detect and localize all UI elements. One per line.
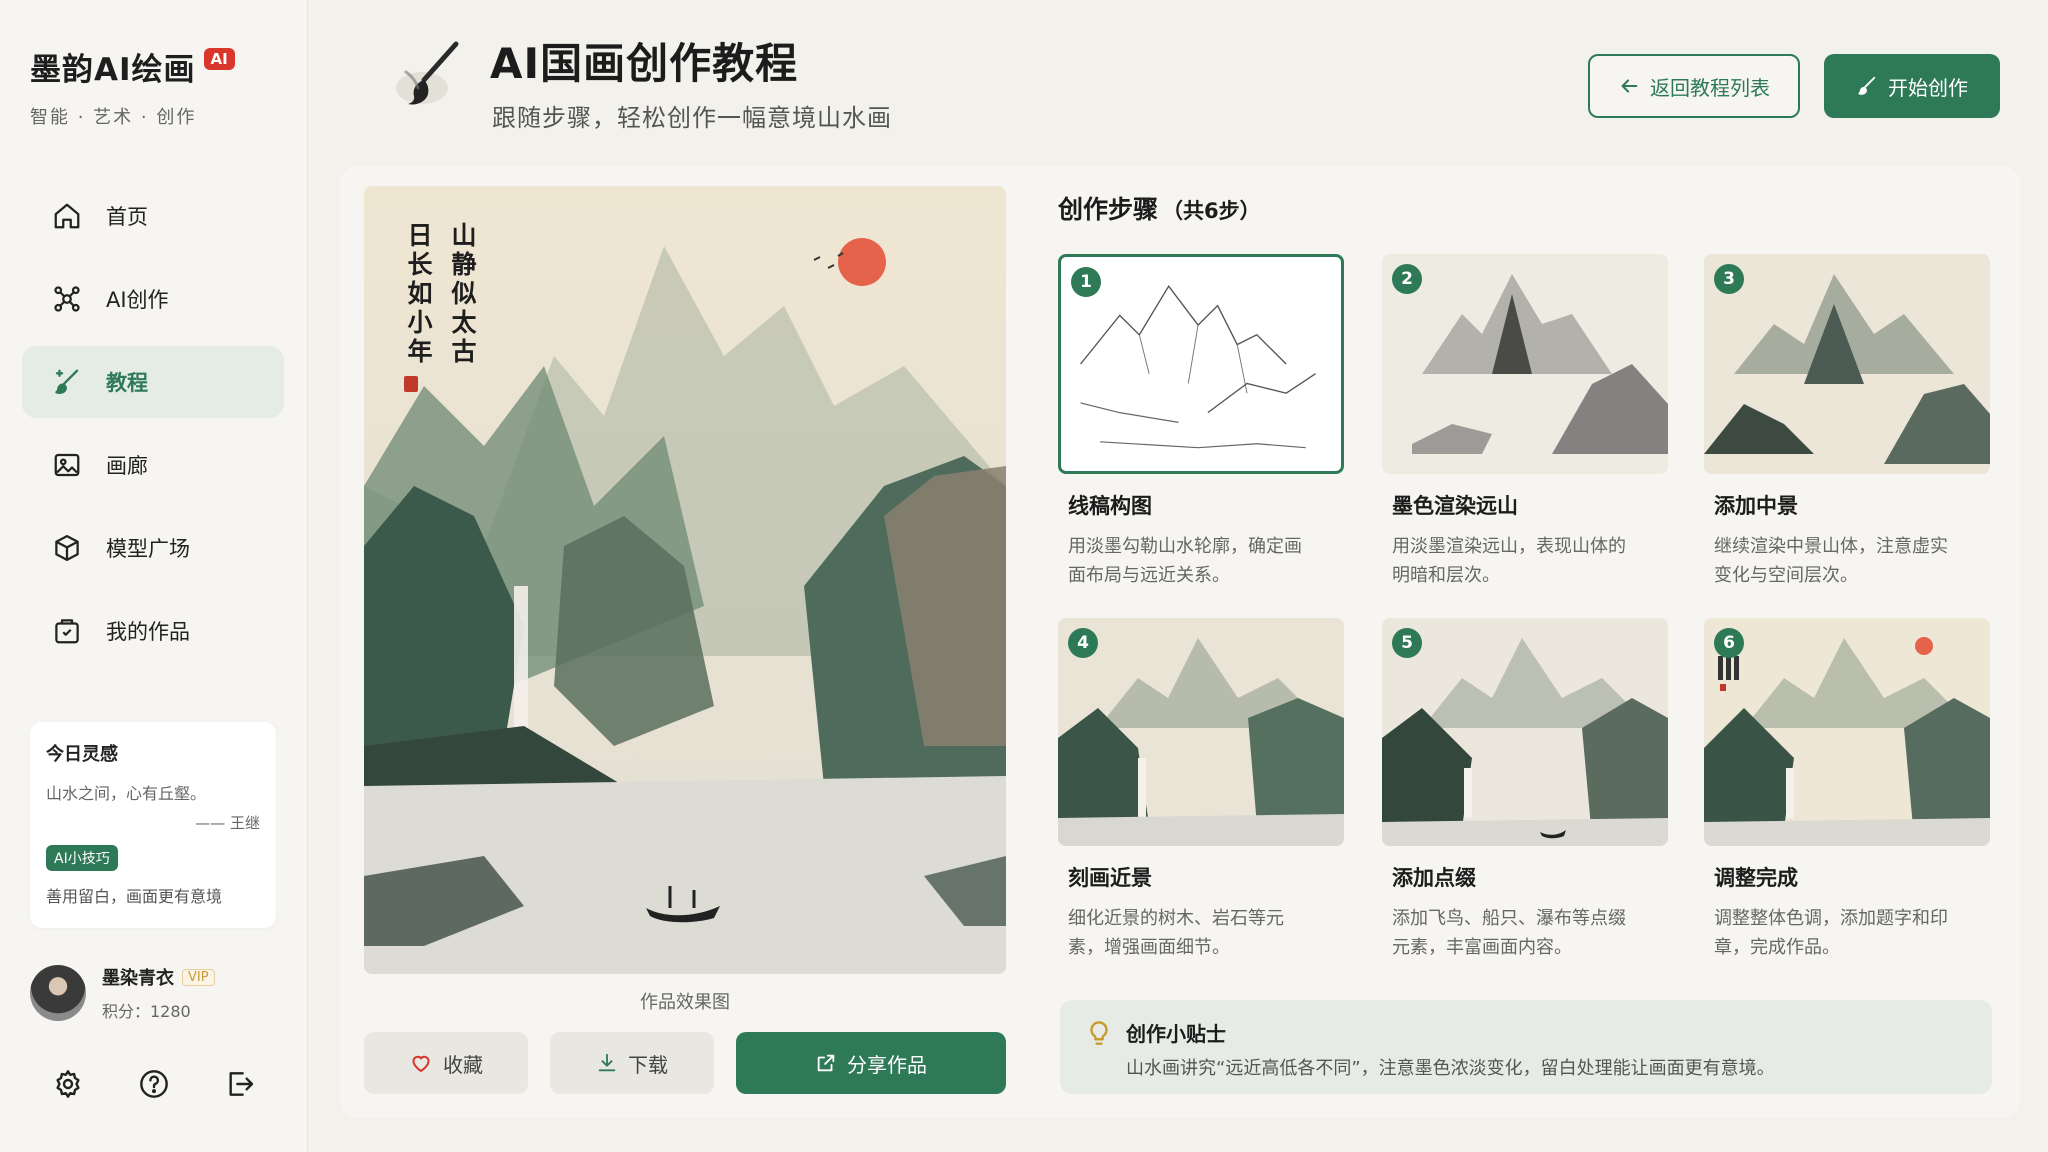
inspiration-quote: 山水之间，心有丘壑。 (46, 784, 207, 803)
start-creating-button[interactable]: 开始创作 (1824, 54, 2000, 118)
ai-tip-badge: AI小技巧 (46, 845, 118, 871)
user-points: 积分：1280 (102, 1002, 191, 1021)
step-number: 1 (1071, 267, 1101, 297)
step-title: 线稿构图 (1068, 494, 1152, 518)
step-description: 添加飞鸟、船只、瀑布等点缀元素，丰富画面内容。 (1392, 908, 1626, 958)
steps-heading: 创作步骤 （共6步） (1058, 190, 1261, 226)
sidebar: 墨韵AI绘画 AI 智能 · 艺术 · 创作 首页 AI创作 教程 画廊 模型广… (0, 0, 308, 1152)
step-description: 调整整体色调，添加题字和印章，完成作品。 (1714, 908, 1948, 958)
step-card[interactable]: 6 调整完成 调整整体色调，添加题字和印章，完成作品。 (1704, 618, 1990, 962)
sidebar-item-ai-create[interactable]: AI创作 (22, 263, 284, 335)
tips-text: 山水画讲究“远近高低各不同”，注意墨色浓淡变化，留白处理能让画面更有意境。 (1126, 1058, 1775, 1079)
step-thumbnail[interactable]: 6 (1704, 618, 1990, 846)
inscription-line: 山静似太古 (448, 222, 477, 367)
creation-tips: 创作小贴士 山水画讲究“远近高低各不同”，注意墨色浓淡变化，留白处理能让画面更有… (1060, 1000, 1992, 1094)
step-card[interactable]: 1 线稿构图 用淡墨勾勒山水轮廓，确定画面布局与远近关系。 (1058, 254, 1344, 590)
portfolio-icon (55, 619, 79, 644)
user-name: 墨染青衣 (102, 968, 174, 989)
step-description: 用淡墨勾勒山水轮廓，确定画面布局与远近关系。 (1068, 536, 1302, 586)
arrow-left-icon (1621, 79, 1638, 93)
brand-title: 墨韵AI绘画 (30, 52, 196, 88)
brand: 墨韵AI绘画 AI 智能 · 艺术 · 创作 (30, 44, 235, 129)
user-profile[interactable]: 墨染青衣 VIP 积分：1280 (30, 964, 215, 1022)
page-title: AI国画创作教程 (490, 39, 799, 88)
tips-title: 创作小贴士 (1126, 1022, 1226, 1046)
sidebar-item-models[interactable]: 模型广场 (22, 512, 284, 584)
step-number: 5 (1392, 628, 1422, 658)
lightbulb-icon (1090, 1021, 1108, 1045)
inscription-line: 日长如小年 (404, 222, 433, 367)
brush-icon (55, 369, 79, 394)
ai-create-icon (54, 286, 80, 312)
step-title: 添加中景 (1714, 494, 1798, 518)
step-thumbnail[interactable]: 5 (1382, 618, 1668, 846)
favorite-label: 收藏 (443, 1052, 483, 1077)
steps-title: 创作步骤 (1058, 195, 1159, 224)
step-card[interactable]: 5 添加点缀 添加飞鸟、船只、瀑布等点缀元素，丰富画面内容。 (1382, 618, 1668, 962)
sidebar-nav: 首页 AI创作 教程 画廊 模型广场 我的作品 (22, 180, 284, 678)
step-thumbnail[interactable]: 1 (1058, 254, 1344, 474)
sidebar-item-label: 模型广场 (106, 537, 190, 561)
ai-tip-text: 善用留白，画面更有意境 (46, 887, 223, 906)
sidebar-footer (52, 1068, 256, 1100)
download-icon (598, 1053, 616, 1072)
sidebar-item-tutorial[interactable]: 教程 (22, 346, 284, 418)
painting-inscription: 山静似太古 日长如小年 (400, 222, 480, 367)
step-number: 3 (1714, 264, 1744, 294)
brand-subtitle: 智能 · 艺术 · 创作 (30, 107, 197, 128)
sidebar-item-home[interactable]: 首页 (22, 180, 284, 252)
steps-count: （共6步） (1162, 199, 1261, 223)
artwork-caption: 作品效果图 (640, 992, 730, 1013)
step-number: 2 (1392, 264, 1422, 294)
vip-badge: VIP (182, 968, 215, 986)
step-description: 继续渲染中景山体，注意虚实变化与空间层次。 (1714, 536, 1948, 586)
avatar[interactable] (30, 965, 86, 1021)
sidebar-item-label: 首页 (106, 205, 148, 229)
ink-brush-logo-icon (386, 36, 468, 118)
step-card[interactable]: 4 刻画近景 细化近景的树木、岩石等元素，增强画面细节。 (1058, 618, 1344, 962)
sidebar-item-label: 教程 (106, 371, 148, 395)
cube-icon (55, 535, 79, 561)
heart-icon (412, 1055, 430, 1072)
sidebar-item-gallery[interactable]: 画廊 (22, 429, 284, 501)
home-icon (54, 203, 80, 229)
help-icon[interactable] (138, 1068, 170, 1100)
inspiration-title: 今日灵感 (46, 744, 118, 765)
share-label: 分享作品 (847, 1052, 927, 1077)
step-thumbnail[interactable]: 4 (1058, 618, 1344, 846)
gear-icon[interactable] (52, 1068, 84, 1100)
favorite-button[interactable]: 收藏 (364, 1032, 528, 1094)
step-title: 墨色渲染远山 (1392, 494, 1518, 518)
back-button-label: 返回教程列表 (1650, 75, 1770, 100)
brush-icon (1858, 76, 1876, 95)
step-title: 调整完成 (1714, 866, 1798, 890)
logout-icon[interactable] (224, 1068, 256, 1100)
page-subtitle: 跟随步骤，轻松创作一幅意境山水画 (492, 104, 892, 132)
share-artwork-button[interactable]: 分享作品 (736, 1032, 1006, 1094)
back-to-tutorials-button[interactable]: 返回教程列表 (1588, 54, 1800, 118)
step-title: 添加点缀 (1392, 866, 1476, 890)
red-seal-stamp (404, 376, 418, 392)
step-description: 用淡墨渲染远山，表现山体的明暗和层次。 (1392, 536, 1626, 586)
step-title: 刻画近景 (1068, 866, 1152, 890)
sidebar-item-label: 我的作品 (106, 620, 190, 644)
inspiration-card: 今日灵感 山水之间，心有丘壑。 —— 王继 AI小技巧 善用留白，画面更有意境 (30, 722, 276, 928)
ai-badge: AI (203, 47, 235, 70)
step-card[interactable]: 3 添加中景 继续渲染中景山体，注意虚实变化与空间层次。 (1704, 254, 1990, 590)
sidebar-item-label: AI创作 (106, 288, 169, 312)
sidebar-item-my-works[interactable]: 我的作品 (22, 595, 284, 667)
step-thumbnail[interactable]: 3 (1704, 254, 1990, 474)
download-label: 下载 (628, 1052, 668, 1077)
inspiration-author: —— 王继 (195, 814, 260, 832)
share-icon (817, 1054, 835, 1072)
step-card[interactable]: 2 墨色渲染远山 用淡墨渲染远山，表现山体的明暗和层次。 (1382, 254, 1668, 590)
sidebar-item-label: 画廊 (106, 454, 148, 478)
step-description: 细化近景的树木、岩石等元素，增强画面细节。 (1068, 908, 1284, 958)
download-button[interactable]: 下载 (550, 1032, 714, 1094)
start-button-label: 开始创作 (1888, 75, 1968, 100)
step-thumbnail[interactable]: 2 (1382, 254, 1668, 474)
step-number: 4 (1068, 628, 1098, 658)
step-number: 6 (1714, 628, 1744, 658)
image-icon (54, 453, 80, 477)
